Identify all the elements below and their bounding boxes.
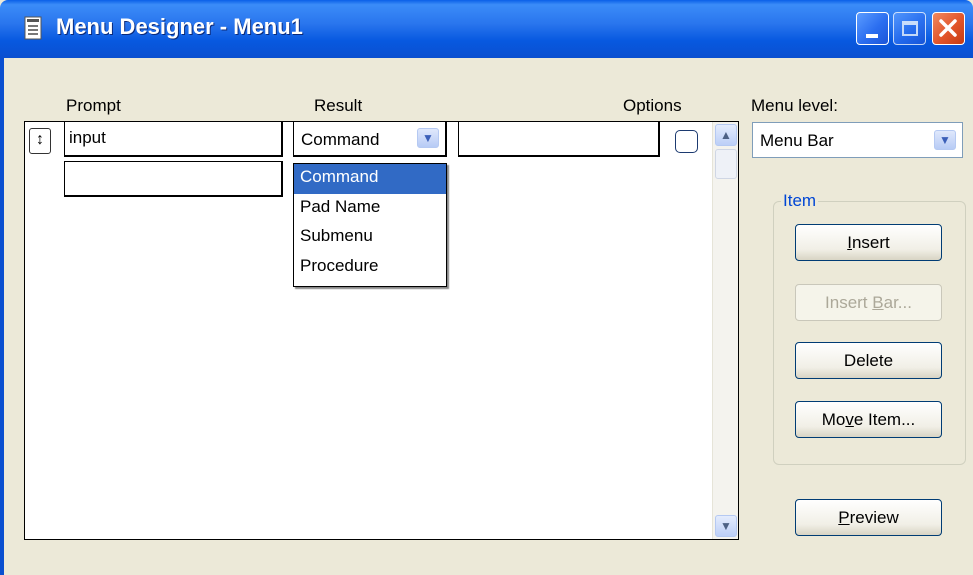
menu-designer-icon	[24, 16, 42, 40]
dropdown-option-pad-name[interactable]: Pad Name	[294, 194, 446, 224]
maximize-icon	[902, 21, 918, 36]
insert-bar-button[interactable]: Insert Bar...	[795, 284, 942, 321]
preview-button[interactable]: Preview	[795, 499, 942, 536]
insert-button[interactable]: Insert	[795, 224, 942, 261]
menu-level-combo[interactable]: Menu Bar ▼	[752, 122, 963, 158]
prompt-field-empty[interactable]	[64, 161, 283, 197]
close-icon	[939, 19, 957, 37]
options-column-header: Options	[623, 96, 682, 115]
item-group-label: Item	[781, 191, 819, 211]
window-title: Menu Designer - Menu1	[56, 14, 303, 39]
dropdown-option-procedure[interactable]: Procedure	[294, 253, 446, 283]
move-item-button[interactable]: Move Item...	[795, 401, 942, 438]
delete-button[interactable]: Delete	[795, 342, 942, 379]
scroll-up-icon[interactable]: ▲	[715, 124, 737, 146]
close-button[interactable]	[932, 12, 965, 45]
vertical-scrollbar[interactable]: ▲ ▼	[712, 122, 738, 539]
maximize-button[interactable]	[893, 12, 926, 45]
title-bar[interactable]: Menu Designer - Menu1	[0, 0, 973, 58]
result-column-header: Result	[314, 96, 363, 115]
options-button[interactable]	[675, 130, 698, 153]
result-combo-value: Command	[301, 130, 380, 149]
chevron-down-icon[interactable]: ▼	[934, 130, 956, 150]
chevron-down-icon[interactable]: ▼	[417, 128, 439, 148]
scroll-thumb[interactable]	[715, 149, 737, 179]
scroll-down-icon[interactable]: ▼	[715, 515, 737, 537]
prompt-column-header: Prompt	[66, 96, 121, 115]
menu-level-value: Menu Bar	[760, 131, 834, 150]
result-dropdown-list[interactable]: Command Pad Name Submenu Procedure	[293, 163, 447, 287]
minimize-icon	[866, 34, 878, 38]
minimize-button[interactable]	[856, 12, 889, 45]
dropdown-option-command[interactable]: Command	[294, 164, 446, 194]
result-combo[interactable]: Command ▼	[293, 121, 447, 157]
dropdown-option-submenu[interactable]: Submenu	[294, 223, 446, 253]
menu-level-label: Menu level:	[751, 96, 838, 115]
prompt-field[interactable]: input	[64, 121, 283, 157]
result-value-field[interactable]	[458, 121, 660, 157]
move-handle-icon[interactable]: ↕	[29, 128, 51, 154]
